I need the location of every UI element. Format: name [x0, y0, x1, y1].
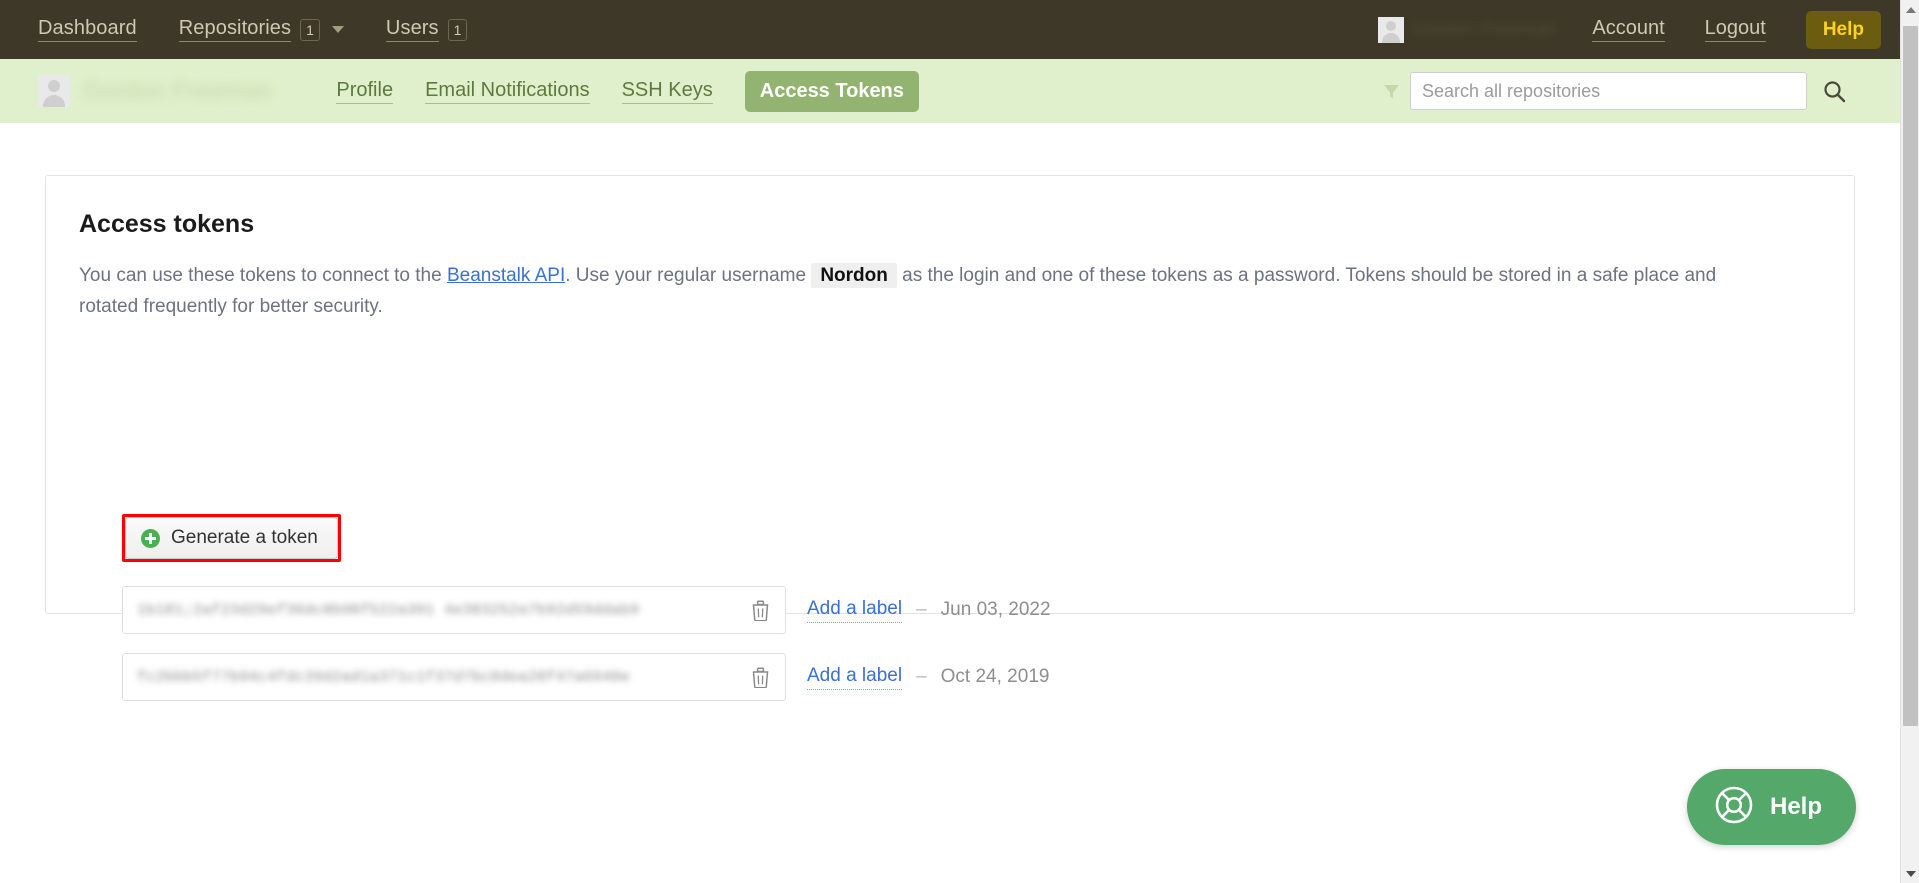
token-row: fc2bbb5f77b94c4fdc39d2ad1a371c1f37d7bc0d…	[122, 653, 1822, 701]
generate-token-highlight: Generate a token	[122, 514, 341, 562]
tab-email-notifications[interactable]: Email Notifications	[425, 79, 590, 104]
tab-profile[interactable]: Profile	[336, 79, 394, 104]
avatar	[38, 75, 70, 107]
repositories-count-badge: 1	[300, 18, 320, 41]
generate-a-token-button[interactable]: Generate a token	[125, 517, 338, 559]
search-area	[1372, 72, 1847, 110]
subnav-user-name: Gordon Freeman	[82, 76, 273, 105]
global-nav: Dashboard Repositories 1 Users 1	[38, 17, 509, 42]
page-viewport: Dashboard Repositories 1 Users 1 Gordon …	[0, 0, 1919, 883]
token-meta: Add a label – Oct 24, 2019	[807, 665, 1049, 690]
token-date: Jun 03, 2022	[940, 599, 1051, 620]
beanstalk-api-link[interactable]: Beanstalk API	[447, 265, 565, 286]
token-value-box[interactable]: 1b181;2af23d29ef36dc8b98f522a391 4e38325…	[122, 586, 786, 634]
token-value-box[interactable]: fc2bbb5f77b94c4fdc39d2ad1a371c1f37d7bc0d…	[122, 653, 786, 701]
desc-text-1: You can use these tokens to connect to t…	[79, 265, 447, 286]
subnav-user: Gordon Freeman	[38, 75, 272, 107]
subnav-tabs: Profile Email Notifications SSH Keys Acc…	[336, 70, 919, 112]
users-count-badge: 1	[447, 18, 468, 41]
funnel-icon[interactable]	[1372, 72, 1410, 110]
help-fab-label: Help	[1769, 793, 1822, 820]
trash-icon[interactable]	[748, 597, 773, 624]
header-right-cluster: Gordon Freeman Account Logout Help	[1377, 0, 1881, 59]
desc-text-2: . Use your regular username	[565, 265, 812, 286]
meta-separator: –	[916, 599, 927, 620]
scrollbar-thumb[interactable]	[1903, 26, 1918, 726]
chevron-down-icon[interactable]	[331, 26, 344, 33]
tab-ssh-keys[interactable]: SSH Keys	[621, 79, 713, 104]
account-link[interactable]: Account	[1592, 17, 1665, 42]
nav-item-users[interactable]: Users 1	[385, 17, 468, 42]
search-input[interactable]	[1410, 72, 1807, 110]
nav-item-dashboard[interactable]: Dashboard	[38, 17, 137, 42]
nav-link-users[interactable]: Users	[385, 17, 439, 42]
nav-link-dashboard[interactable]: Dashboard	[38, 17, 137, 42]
card-description: You can use these tokens to connect to t…	[79, 260, 1779, 322]
vertical-scrollbar[interactable]	[1900, 0, 1919, 883]
header-help-button[interactable]: Help	[1805, 10, 1881, 49]
generate-token-label: Generate a token	[171, 527, 318, 548]
avatar	[1377, 16, 1404, 43]
meta-separator: –	[916, 666, 927, 687]
add-a-label-link[interactable]: Add a label	[807, 598, 903, 623]
add-a-label-link[interactable]: Add a label	[807, 665, 903, 690]
token-meta: Add a label – Jun 03, 2022	[807, 598, 1051, 623]
token-list: 1b181;2af23d29ef36dc8b98f522a391 4e38325…	[122, 586, 1822, 720]
magnifier-icon[interactable]	[1822, 79, 1847, 104]
header-user-name: Gordon Freeman	[1411, 18, 1557, 40]
header-user-chip[interactable]: Gordon Freeman	[1377, 16, 1557, 43]
help-floating-button[interactable]: Help	[1686, 769, 1856, 845]
page-title: Access tokens	[79, 210, 255, 238]
nav-item-repositories[interactable]: Repositories 1	[178, 17, 344, 42]
username-chip: Nordon	[811, 263, 897, 288]
nav-link-repositories[interactable]: Repositories	[178, 17, 292, 42]
scroll-up-arrow-icon[interactable]	[1901, 0, 1919, 19]
token-date: Oct 24, 2019	[940, 666, 1050, 687]
plus-circle-icon	[141, 528, 160, 548]
global-header: Dashboard Repositories 1 Users 1 Gordon …	[0, 0, 1900, 59]
access-tokens-card: Access tokens You can use these tokens t…	[45, 175, 1855, 701]
token-row: 1b181;2af23d29ef36dc8b98f522a391 4e38325…	[122, 586, 1822, 634]
lifebuoy-icon	[1713, 784, 1755, 831]
logout-link[interactable]: Logout	[1704, 17, 1766, 42]
trash-icon[interactable]	[748, 664, 773, 691]
token-value: 1b181;2af23d29ef36dc8b98f522a391 4e38325…	[137, 601, 640, 619]
scroll-down-arrow-icon[interactable]	[1901, 864, 1919, 883]
profile-subnav: Gordon Freeman Profile Email Notificatio…	[0, 59, 1900, 123]
tab-access-tokens[interactable]: Access Tokens	[744, 70, 919, 112]
token-value: fc2bbb5f77b94c4fdc39d2ad1a371c1f37d7bc0d…	[137, 668, 630, 686]
